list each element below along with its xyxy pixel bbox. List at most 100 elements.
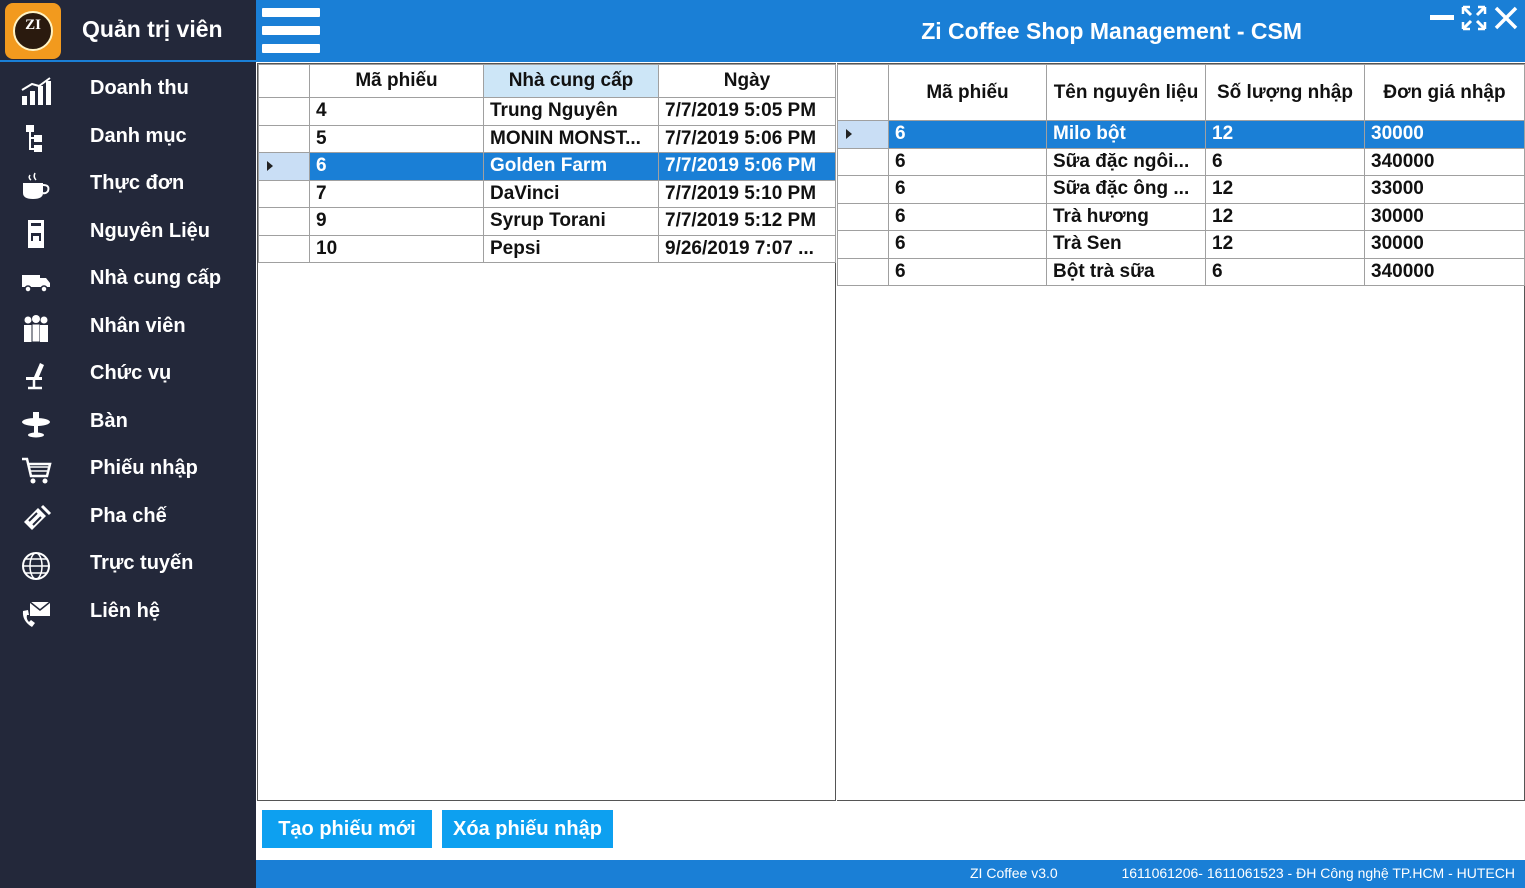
row-header-corner <box>258 64 310 98</box>
cell-ma-phieu[interactable]: 6 <box>888 175 1047 204</box>
cell-ngay[interactable]: 7/7/2019 5:10 PM <box>658 179 836 208</box>
row-header[interactable] <box>258 97 310 126</box>
row-header[interactable] <box>258 152 310 181</box>
cell-ma-phieu[interactable]: 6 <box>888 257 1047 286</box>
sidebar-item-danh-muc[interactable]: Danh mục <box>0 114 256 162</box>
maximize-icon[interactable] <box>1460 4 1488 32</box>
cell-ngay[interactable]: 7/7/2019 5:12 PM <box>658 207 836 236</box>
column-header-so-luong-nhap[interactable]: Số lượng nhập <box>1205 64 1365 121</box>
cell-ten-nguyen-lieu[interactable]: Trà hương <box>1046 202 1206 231</box>
row-header[interactable] <box>258 124 310 153</box>
people-icon <box>24 314 48 342</box>
sidebar-item-nhan-vien[interactable]: Nhân viên <box>0 304 256 352</box>
cell-don-gia[interactable]: 33000 <box>1364 175 1525 204</box>
hierarchy-icon <box>26 124 42 152</box>
column-header-ma-phieu[interactable]: Mã phiếu <box>888 64 1047 121</box>
table-row[interactable]: 4 Trung Nguyên 7/7/2019 5:05 PM <box>258 97 836 126</box>
column-header-nha-cung-cap[interactable]: Nhà cung cấp <box>483 64 659 98</box>
column-header-ngay[interactable]: Ngày <box>658 64 836 98</box>
table-row-selected[interactable]: 6 Golden Farm 7/7/2019 5:06 PM <box>258 152 836 181</box>
cell-nha-cung-cap[interactable]: MONIN MONST... <box>483 124 659 153</box>
sidebar-item-truc-tuyen[interactable]: Trực tuyến <box>0 541 256 589</box>
delete-receipt-button[interactable]: Xóa phiếu nhập <box>442 810 613 848</box>
column-header-don-gia-nhap[interactable]: Đơn giá nhập <box>1364 64 1525 121</box>
minimize-icon[interactable] <box>1428 4 1456 32</box>
cell-don-gia[interactable]: 30000 <box>1364 120 1525 149</box>
table-row[interactable]: 5 MONIN MONST... 7/7/2019 5:06 PM <box>258 124 836 153</box>
table-row[interactable]: 6 Trà Sen 12 30000 <box>837 230 1525 259</box>
close-icon[interactable] <box>1492 4 1520 32</box>
cell-so-luong[interactable]: 6 <box>1205 257 1365 286</box>
cell-ma-phieu[interactable]: 6 <box>888 120 1047 149</box>
shaker-icon <box>24 504 52 530</box>
row-header[interactable] <box>837 120 889 149</box>
details-grid[interactable]: Mã phiếu Tên nguyên liệu Số lượng nhập Đ… <box>837 63 1525 801</box>
sidebar: ZI Quản trị viên Doanh thu Danh mục Thực… <box>0 0 256 888</box>
table-row[interactable]: 10 Pepsi 9/26/2019 7:07 ... <box>258 234 836 263</box>
cell-ma-phieu[interactable]: 6 <box>888 147 1047 176</box>
cell-nha-cung-cap[interactable]: Pepsi <box>483 234 659 263</box>
user-role-title: Quản trị viên <box>82 16 223 42</box>
cell-ngay[interactable]: 7/7/2019 5:05 PM <box>658 97 836 126</box>
table-row[interactable]: 6 Trà hương 12 30000 <box>837 202 1525 231</box>
cell-so-luong[interactable]: 12 <box>1205 120 1365 149</box>
sidebar-item-ban[interactable]: Bàn <box>0 399 256 447</box>
cell-nha-cung-cap[interactable]: Golden Farm <box>483 152 659 181</box>
cell-ten-nguyen-lieu[interactable]: Bột trà sữa <box>1046 257 1206 286</box>
sidebar-item-lien-he[interactable]: Liên hệ <box>0 589 256 637</box>
row-header[interactable] <box>837 230 889 259</box>
create-receipt-button[interactable]: Tạo phiếu mới <box>262 810 432 848</box>
table-row[interactable]: 6 Bột trà sữa 6 340000 <box>837 257 1525 286</box>
cell-don-gia[interactable]: 340000 <box>1364 147 1525 176</box>
cell-ngay[interactable]: 7/7/2019 5:06 PM <box>658 152 836 181</box>
cell-so-luong[interactable]: 6 <box>1205 147 1365 176</box>
brand-header: ZI Quản trị viên <box>0 0 256 62</box>
cell-so-luong[interactable]: 12 <box>1205 175 1365 204</box>
table-row[interactable]: 9 Syrup Torani 7/7/2019 5:12 PM <box>258 207 836 236</box>
table-row-selected[interactable]: 6 Milo bột 12 30000 <box>837 120 1525 149</box>
cell-don-gia[interactable]: 340000 <box>1364 257 1525 286</box>
sidebar-item-pha-che[interactable]: Pha chế <box>0 494 256 542</box>
cell-don-gia[interactable]: 30000 <box>1364 230 1525 259</box>
sidebar-item-chuc-vu[interactable]: Chức vụ <box>0 351 256 399</box>
sidebar-item-label: Nhân viên <box>90 314 186 337</box>
cell-ma-phieu[interactable]: 6 <box>309 152 484 181</box>
sidebar-item-thuc-don[interactable]: Thực đơn <box>0 161 256 209</box>
row-header[interactable] <box>258 234 310 263</box>
cell-ma-phieu[interactable]: 6 <box>888 202 1047 231</box>
sidebar-item-doanh-thu[interactable]: Doanh thu <box>0 66 256 114</box>
sidebar-item-nha-cung-cap[interactable]: Nhà cung cấp <box>0 256 256 304</box>
cell-ma-phieu[interactable]: 10 <box>309 234 484 263</box>
cell-ma-phieu[interactable]: 5 <box>309 124 484 153</box>
cell-so-luong[interactable]: 12 <box>1205 230 1365 259</box>
sidebar-item-phieu-nhap[interactable]: Phiếu nhập <box>0 446 256 494</box>
cell-so-luong[interactable]: 12 <box>1205 202 1365 231</box>
cell-ma-phieu[interactable]: 6 <box>888 230 1047 259</box>
cell-nha-cung-cap[interactable]: DaVinci <box>483 179 659 208</box>
cell-ten-nguyen-lieu[interactable]: Milo bột <box>1046 120 1206 149</box>
sidebar-item-nguyen-lieu[interactable]: Nguyên Liệu <box>0 209 256 257</box>
row-header[interactable] <box>258 179 310 208</box>
table-row[interactable]: 6 Sữa đặc ngôi... 6 340000 <box>837 147 1525 176</box>
cell-ngay[interactable]: 9/26/2019 7:07 ... <box>658 234 836 263</box>
receipts-grid[interactable]: Mã phiếu Nhà cung cấp Ngày 4 Trung Nguyê… <box>257 63 836 801</box>
cell-ten-nguyen-lieu[interactable]: Sữa đặc ngôi... <box>1046 147 1206 176</box>
column-header-ten-nguyen-lieu[interactable]: Tên nguyên liệu <box>1046 64 1206 121</box>
cell-ma-phieu[interactable]: 9 <box>309 207 484 236</box>
row-header[interactable] <box>837 202 889 231</box>
cell-ma-phieu[interactable]: 7 <box>309 179 484 208</box>
cell-nha-cung-cap[interactable]: Trung Nguyên <box>483 97 659 126</box>
row-header[interactable] <box>837 175 889 204</box>
row-header[interactable] <box>837 147 889 176</box>
column-header-ma-phieu[interactable]: Mã phiếu <box>309 64 484 98</box>
cell-ma-phieu[interactable]: 4 <box>309 97 484 126</box>
table-row[interactable]: 7 DaVinci 7/7/2019 5:10 PM <box>258 179 836 208</box>
cell-ten-nguyen-lieu[interactable]: Sữa đặc ông ... <box>1046 175 1206 204</box>
table-row[interactable]: 6 Sữa đặc ông ... 12 33000 <box>837 175 1525 204</box>
cell-nha-cung-cap[interactable]: Syrup Torani <box>483 207 659 236</box>
cell-ten-nguyen-lieu[interactable]: Trà Sen <box>1046 230 1206 259</box>
row-header[interactable] <box>258 207 310 236</box>
cell-ngay[interactable]: 7/7/2019 5:06 PM <box>658 124 836 153</box>
row-header[interactable] <box>837 257 889 286</box>
cell-don-gia[interactable]: 30000 <box>1364 202 1525 231</box>
